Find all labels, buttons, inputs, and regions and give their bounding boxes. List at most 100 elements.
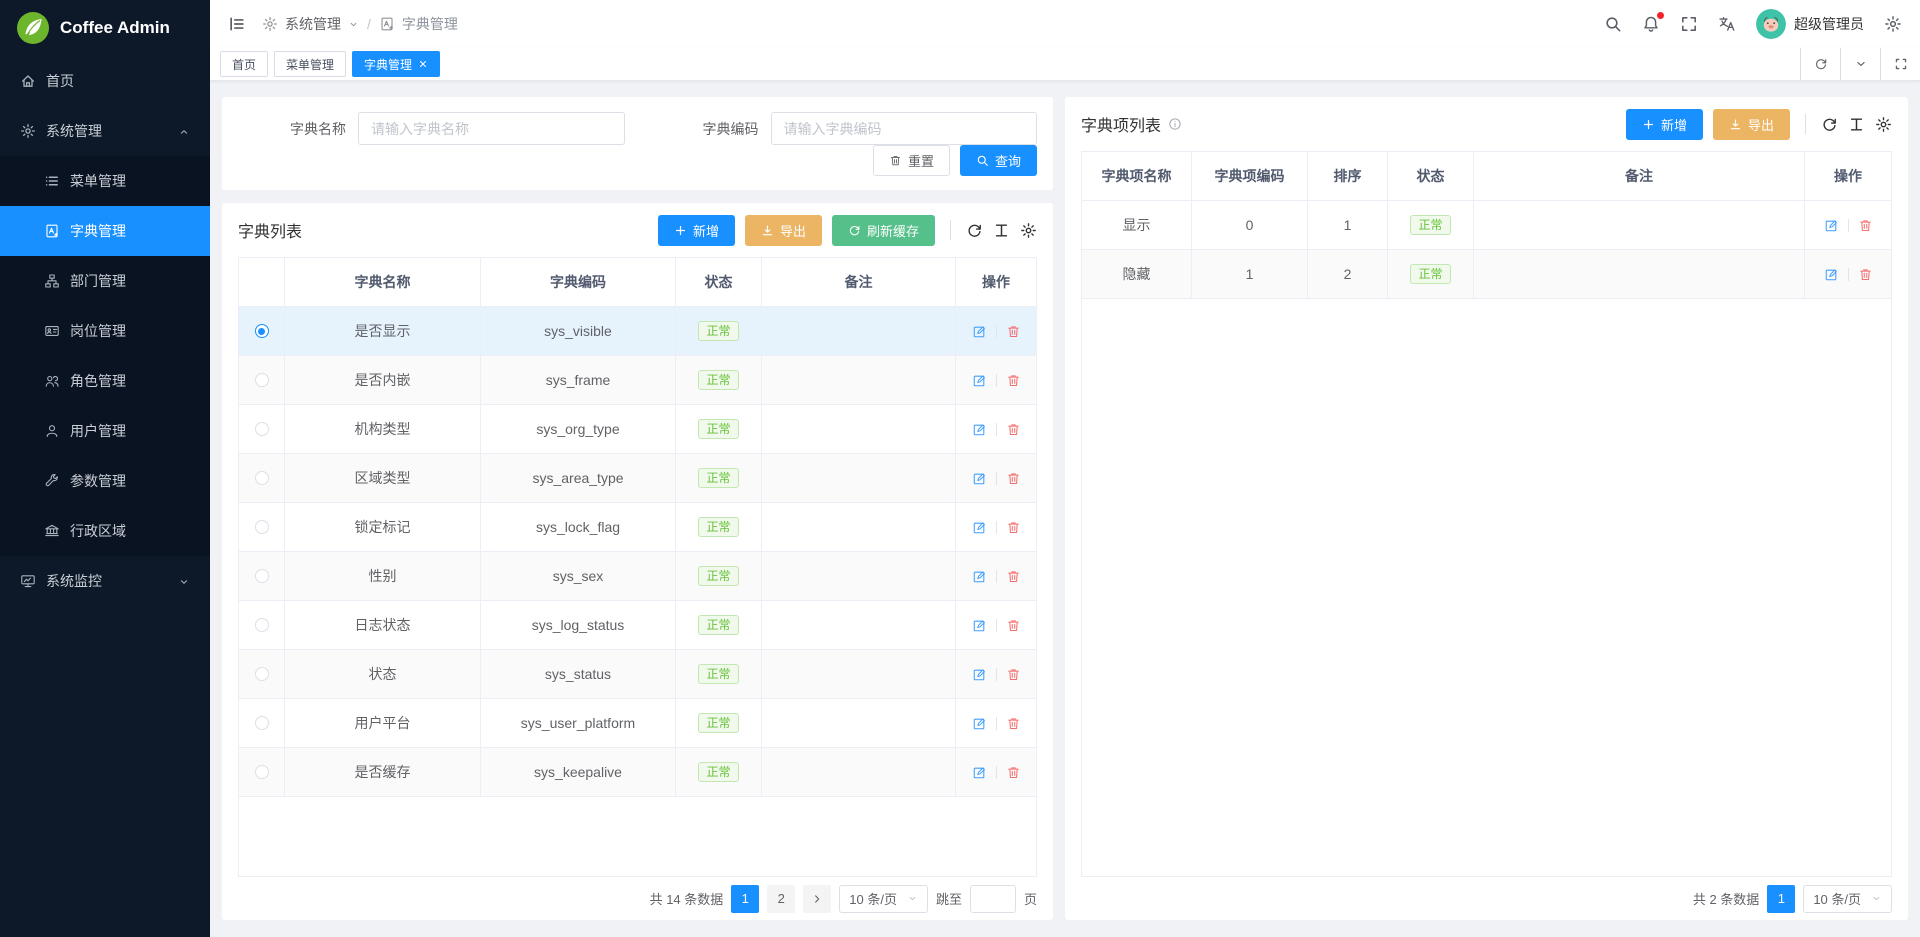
table-row[interactable]: 状态 sys_status 正常	[239, 650, 1036, 699]
sidebar-subitem[interactable]: 部门管理	[0, 256, 210, 306]
row-radio[interactable]	[255, 520, 269, 534]
tab[interactable]: 首页	[220, 51, 268, 77]
row-radio[interactable]	[255, 569, 269, 583]
edit-icon[interactable]	[972, 569, 987, 584]
settings-gear-icon[interactable]	[1884, 15, 1902, 33]
row-radio[interactable]	[255, 373, 269, 387]
page-number-button[interactable]: 2	[767, 885, 795, 913]
tab[interactable]: 字典管理	[352, 51, 440, 77]
edit-icon[interactable]	[1824, 218, 1839, 233]
dict-table-header: 字典名称 字典编码 状态 备注 操作	[239, 258, 1036, 307]
row-radio[interactable]	[255, 667, 269, 681]
edit-icon[interactable]	[972, 324, 987, 339]
refresh-cache-button[interactable]: 刷新缓存	[832, 215, 935, 246]
table-refresh-icon[interactable]	[1821, 116, 1838, 133]
sidebar-group-system[interactable]: 系统管理	[0, 106, 210, 156]
trash-icon[interactable]	[1006, 324, 1021, 339]
tab-close-icon[interactable]	[418, 59, 428, 69]
row-radio[interactable]	[255, 765, 269, 779]
trash-icon[interactable]	[1006, 471, 1021, 486]
row-radio[interactable]	[255, 324, 269, 338]
table-settings-icon[interactable]	[1020, 222, 1037, 239]
row-radio[interactable]	[255, 716, 269, 730]
row-radio[interactable]	[255, 422, 269, 436]
trash-icon[interactable]	[1006, 569, 1021, 584]
edit-icon[interactable]	[972, 765, 987, 780]
edit-icon[interactable]	[972, 618, 987, 633]
table-row[interactable]: 显示 0 1 正常	[1082, 201, 1891, 250]
table-row[interactable]: 用户平台 sys_user_platform 正常	[239, 699, 1036, 748]
dict-add-button[interactable]: 新增	[658, 215, 735, 246]
table-row[interactable]: 区域类型 sys_area_type 正常	[239, 454, 1036, 503]
table-settings-icon[interactable]	[1875, 116, 1892, 133]
trash-icon[interactable]	[1006, 618, 1021, 633]
menu-fold-icon[interactable]	[228, 15, 246, 33]
table-row[interactable]: 锁定标记 sys_lock_flag 正常	[239, 503, 1036, 552]
trash-icon[interactable]	[1006, 422, 1021, 437]
tab[interactable]: 菜单管理	[274, 51, 346, 77]
next-page-button[interactable]	[803, 885, 831, 913]
tab-refresh-button[interactable]	[1800, 48, 1840, 80]
trash-icon[interactable]	[1006, 373, 1021, 388]
trash-icon[interactable]	[1858, 218, 1873, 233]
table-row[interactable]: 日志状态 sys_log_status 正常	[239, 601, 1036, 650]
reset-button[interactable]: 重置	[873, 145, 950, 176]
query-button[interactable]: 查询	[960, 145, 1037, 176]
table-row[interactable]: 机构类型 sys_org_type 正常	[239, 405, 1036, 454]
sidebar-subitem[interactable]: 参数管理	[0, 456, 210, 506]
table-row[interactable]: 隐藏 1 2 正常	[1082, 250, 1891, 299]
table-row[interactable]: 是否显示 sys_visible 正常	[239, 307, 1036, 356]
page-size-select[interactable]: 10 条/页	[1803, 885, 1892, 913]
sidebar-item-home[interactable]: 首页	[0, 56, 210, 106]
breadcrumb-item-system[interactable]: 系统管理	[262, 14, 359, 34]
table-row[interactable]: 性别 sys_sex 正常	[239, 552, 1036, 601]
sidebar-subitem[interactable]: 菜单管理	[0, 156, 210, 206]
item-export-button[interactable]: 导出	[1713, 109, 1790, 140]
dict-name-field: 字典名称	[238, 112, 625, 145]
page-number-button[interactable]: 1	[731, 885, 759, 913]
trash-icon[interactable]	[1006, 667, 1021, 682]
page-number-button[interactable]: 1	[1767, 885, 1795, 913]
edit-icon[interactable]	[972, 716, 987, 731]
jump-page-input[interactable]	[970, 885, 1016, 913]
search-icon[interactable]	[1604, 15, 1622, 33]
edit-icon[interactable]	[972, 520, 987, 535]
bank-icon	[44, 523, 60, 539]
dict-export-button[interactable]: 导出	[745, 215, 822, 246]
table-row[interactable]: 是否缓存 sys_keepalive 正常	[239, 748, 1036, 797]
row-radio[interactable]	[255, 618, 269, 632]
edit-icon[interactable]	[972, 373, 987, 388]
edit-icon[interactable]	[972, 471, 987, 486]
table-refresh-icon[interactable]	[966, 222, 983, 239]
dict-code-input[interactable]	[771, 112, 1038, 145]
tab-maximize-button[interactable]	[1880, 48, 1920, 80]
user-menu[interactable]: 超级管理员	[1756, 9, 1864, 39]
trash-icon[interactable]	[1006, 716, 1021, 731]
sidebar-subitem[interactable]: 行政区域	[0, 506, 210, 556]
item-add-button[interactable]: 新增	[1626, 109, 1703, 140]
sidebar-subitem[interactable]: 岗位管理	[0, 306, 210, 356]
trash-icon[interactable]	[1858, 267, 1873, 282]
sidebar-subitem[interactable]: 角色管理	[0, 356, 210, 406]
info-icon[interactable]	[1168, 117, 1182, 131]
fullscreen-icon[interactable]	[1680, 15, 1698, 33]
edit-icon[interactable]	[972, 422, 987, 437]
sidebar-subitem[interactable]: 字典管理	[0, 206, 210, 256]
table-density-icon[interactable]	[993, 222, 1010, 239]
row-radio[interactable]	[255, 471, 269, 485]
page-size-select[interactable]: 10 条/页	[839, 885, 928, 913]
download-icon	[761, 224, 774, 237]
dict-name-input[interactable]	[358, 112, 625, 145]
notifications-button[interactable]	[1642, 15, 1660, 33]
trash-icon[interactable]	[1006, 520, 1021, 535]
table-row[interactable]: 是否内嵌 sys_frame 正常	[239, 356, 1036, 405]
trash-icon[interactable]	[1006, 765, 1021, 780]
cell-sort: 2	[1308, 250, 1388, 299]
translate-icon[interactable]	[1718, 15, 1736, 33]
tab-more-button[interactable]	[1840, 48, 1880, 80]
sidebar-subitem[interactable]: 用户管理	[0, 406, 210, 456]
sidebar-group-monitor[interactable]: 系统监控	[0, 556, 210, 606]
table-density-icon[interactable]	[1848, 116, 1865, 133]
edit-icon[interactable]	[1824, 267, 1839, 282]
edit-icon[interactable]	[972, 667, 987, 682]
